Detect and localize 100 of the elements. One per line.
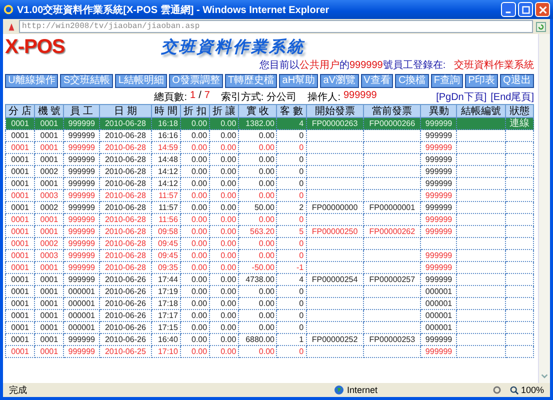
table-cell: 999999 — [68, 262, 95, 272]
table-cell: 000001 — [68, 310, 95, 320]
maximize-button[interactable] — [518, 2, 533, 17]
menu-button[interactable]: O發票調整 — [168, 74, 223, 88]
table-cell: 0.00 — [220, 322, 236, 332]
page-link[interactable]: [End尾頁] — [490, 90, 534, 104]
table-row[interactable]: 0001 0001 999999 2010-06-28 14:48 0.00 0.00 0.00 0 999999 — [6, 154, 534, 166]
table-cell: 0.00 — [192, 286, 208, 296]
table-cell: 999999 — [68, 130, 95, 140]
menu-button[interactable]: F查詢 — [430, 74, 464, 88]
table-row[interactable]: 0001 0003 999999 2010-06-28 11:57 0.00 0.00 0.00 0 999999 — [6, 190, 534, 202]
table-cell: 0001 — [40, 118, 58, 128]
table-cell: 09:35 — [158, 262, 178, 272]
table-row[interactable]: 0001 0001 999999 2010-06-28 09:58 0.00 0.00 563.20 5 FP00000250 FP00000262 999999 — [6, 226, 534, 238]
table-row[interactable]: 0001 0002 999999 2010-06-28 14:12 0.00 0.00 0.00 0 999999 — [6, 166, 534, 178]
table-row[interactable]: 0001 0001 999999 2010-06-28 11:56 0.00 0.00 0.00 0 999999 — [6, 214, 534, 226]
table-row[interactable]: 0001 0001 999999 2010-06-28 14:12 0.00 0.00 0.00 0 999999 — [6, 178, 534, 190]
table-cell: 999999 — [68, 334, 95, 344]
table-cell: 0 — [299, 214, 304, 224]
page-link[interactable]: [PgDn下頁] — [436, 90, 487, 104]
table-cell: FP00000250 — [312, 226, 358, 236]
table-cell: 0.00 — [220, 118, 236, 128]
minimize-button[interactable] — [501, 2, 516, 17]
table-row[interactable]: 0001 0001 000001 2010-06-26 17:17 0.00 0.00 0.00 0 000001 — [6, 310, 534, 322]
scroll-down-icon[interactable] — [540, 372, 549, 381]
table-cell: 0.00 — [258, 154, 274, 164]
table-cell: 0.00 — [192, 274, 208, 284]
menu-button[interactable]: V查看 — [360, 74, 394, 88]
table-cell: 0001 — [11, 142, 29, 152]
menu-button[interactable]: Q退出 — [500, 74, 534, 88]
table-row[interactable]: 0001 0003 999999 2010-06-28 09:45 0.00 0.00 0.00 0 999999 — [6, 250, 534, 262]
menu-button[interactable]: aH幫助 — [279, 74, 318, 88]
table-cell: 0 — [299, 130, 304, 140]
table-cell: 0001 — [11, 298, 29, 308]
column-header: 結帳編號 — [456, 104, 506, 118]
menu-button[interactable]: T轉歷史檔 — [224, 74, 278, 88]
table-cell: 0001 — [40, 346, 58, 356]
menu-button[interactable]: aV瀏覽 — [320, 74, 359, 88]
table-cell: 0002 — [40, 166, 58, 176]
address-field[interactable]: http://win2008/tv/jiaoban/jiaoban.asp — [19, 20, 533, 33]
table-cell: 0.00 — [258, 190, 274, 200]
close-button[interactable] — [535, 2, 550, 17]
table-cell: FP00000254 — [312, 274, 358, 284]
table-cell: 0.00 — [258, 286, 274, 296]
column-header: 狀態 — [505, 104, 534, 118]
table-cell: 2010-06-28 — [104, 118, 146, 128]
table-cell: 4 — [299, 274, 304, 284]
menu-button[interactable]: P印表 — [465, 74, 498, 88]
table-row[interactable]: 0001 0001 999999 2010-06-28 14:59 0.00 0.00 0.00 0 999999 — [6, 142, 534, 154]
table-cell: 0.00 — [220, 262, 236, 272]
table-row[interactable]: 0001 0001 000001 2010-06-26 17:15 0.00 0.00 0.00 0 000001 — [6, 322, 534, 334]
scrollbar[interactable] — [538, 34, 550, 383]
table-cell: 2010-06-25 — [104, 346, 146, 356]
table-row[interactable]: 0001 0001 999999 2010-06-25 17:10 0.00 0.00 0.00 0 999999 — [6, 346, 534, 358]
table-cell: 0.00 — [192, 202, 208, 212]
menu-button[interactable]: U離線操作 — [5, 74, 58, 88]
table-cell: 999999 — [68, 142, 95, 152]
table-cell: FP00000262 — [369, 226, 416, 236]
zoom-level[interactable]: 100% — [520, 385, 544, 395]
table-cell: 0001 — [40, 286, 58, 296]
pages-label: 總頁數: — [154, 91, 187, 104]
table-row[interactable]: 0001 0001 999999 2010-06-28 09:35 0.00 0.00 -50.00 -1 999999 — [6, 262, 534, 274]
column-header: 當前發票 — [363, 104, 421, 118]
table-cell: 0003 — [40, 190, 58, 200]
refresh-icon[interactable] — [536, 22, 546, 32]
table-cell: 0001 — [11, 130, 29, 140]
table-row[interactable]: 0001 0001 999999 2010-06-26 16:40 0.00 0.00 6880.00 1 FP00000252 FP00000253 999999 — [6, 334, 534, 346]
table-cell: 0001 — [40, 334, 58, 344]
table-row[interactable]: 0001 0001 000001 2010-06-26 17:19 0.00 0.00 0.00 0 000001 — [6, 286, 534, 298]
table-cell: 0.00 — [220, 286, 236, 296]
table-row[interactable]: 0001 0001 000001 2010-06-26 17:18 0.00 0.00 0.00 0 000001 — [6, 298, 534, 310]
table-cell: 17:17 — [158, 310, 178, 320]
menu-button[interactable]: L結帳明細 — [115, 74, 167, 88]
table-cell: 0.00 — [258, 166, 274, 176]
table-cell: 16:18 — [158, 118, 178, 128]
table-cell: 0.00 — [192, 262, 208, 272]
table-cell: 999999 — [68, 238, 95, 248]
table-cell: 0 — [299, 346, 304, 356]
table-cell: 999999 — [68, 214, 95, 224]
table-row[interactable]: 0001 0002 999999 2010-06-28 11:57 0.00 0.00 50.00 2 FP00000000 FP00000001 999999 — [6, 202, 534, 214]
table-cell: 2 — [299, 202, 304, 212]
table-row[interactable]: 0001 0001 999999 2010-06-28 16:18 0.00 0.00 1382.00 4 FP00000263 FP00000266 999999 連線 — [6, 118, 534, 130]
menu-button[interactable]: C換檔 — [395, 74, 429, 88]
table-row[interactable]: 0001 0001 999999 2010-06-26 17:44 0.00 0.00 4738.00 4 FP00000254 FP00000257 999999 — [6, 274, 534, 286]
table-cell: 0.00 — [192, 118, 208, 128]
maximize-icon — [522, 6, 530, 14]
table-cell: 0 — [299, 166, 304, 176]
table-cell: 14:59 — [158, 142, 178, 152]
table-cell: FP00000000 — [312, 202, 358, 212]
table-cell: 999999 — [68, 202, 95, 212]
table-cell: 999999 — [425, 346, 452, 356]
table-cell: 0.00 — [192, 142, 208, 152]
table-cell: 2010-06-28 — [104, 178, 146, 188]
column-header: 折 扣 — [180, 104, 210, 118]
table-cell: 0002 — [40, 238, 58, 248]
table-cell: 17:19 — [158, 286, 178, 296]
table-row[interactable]: 0001 0001 999999 2010-06-28 16:16 0.00 0.00 0.00 0 999999 — [6, 130, 534, 142]
menu-button[interactable]: S交班結帳 — [60, 74, 114, 88]
table-cell: 0.00 — [220, 202, 236, 212]
table-row[interactable]: 0001 0002 999999 2010-06-28 09:45 0.00 0.00 0.00 0 — [6, 238, 534, 250]
